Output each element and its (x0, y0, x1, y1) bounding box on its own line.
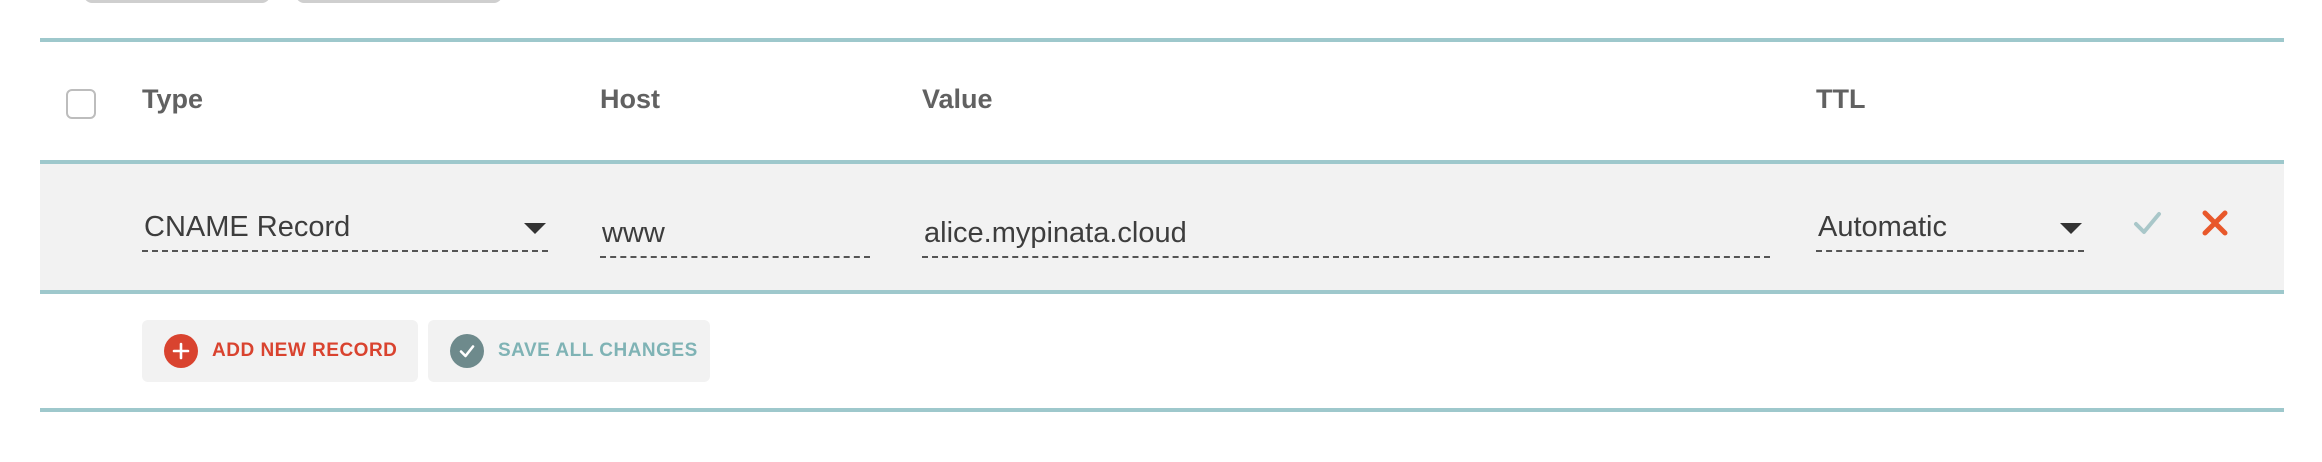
top-button-right[interactable] (296, 0, 502, 3)
host-input-value: www (602, 217, 665, 249)
save-all-changes-label: SAVE ALL CHANGES (498, 340, 698, 361)
close-icon (2202, 210, 2228, 236)
host-input[interactable]: www (600, 210, 870, 258)
ttl-select-value: Automatic (1818, 211, 1947, 243)
confirm-record-button[interactable] (2132, 208, 2162, 238)
plus-circle-icon (164, 334, 198, 368)
add-new-record-label: ADD NEW RECORD (212, 340, 398, 361)
top-button-left[interactable] (84, 0, 270, 3)
column-header-value: Value (922, 84, 993, 114)
table-bottom-rule (40, 408, 2284, 412)
table-actions-row: ADD NEW RECORD SAVE ALL CHANGES (40, 294, 2284, 408)
value-input-value: alice.mypinata.cloud (924, 217, 1187, 249)
column-header-host: Host (600, 84, 660, 114)
cancel-record-button[interactable] (2200, 208, 2230, 238)
chevron-down-icon (524, 223, 546, 234)
check-circle-icon (450, 334, 484, 368)
check-icon (2134, 212, 2161, 234)
add-new-record-button[interactable]: ADD NEW RECORD (142, 320, 418, 382)
type-select[interactable]: CNAME Record (142, 204, 548, 252)
record-edit-row: CNAME Record www alice.mypinata.cloud Au… (40, 164, 2284, 290)
column-header-ttl: TTL (1816, 84, 1866, 114)
column-header-type: Type (142, 84, 204, 114)
type-select-value: CNAME Record (144, 211, 351, 243)
save-all-changes-button[interactable]: SAVE ALL CHANGES (428, 320, 710, 382)
value-input[interactable]: alice.mypinata.cloud (922, 210, 1770, 258)
table-header-row: Type Host Value TTL (40, 42, 2284, 160)
ttl-select[interactable]: Automatic (1816, 204, 2084, 252)
chevron-down-icon (2060, 223, 2082, 234)
dns-records-table: Type Host Value TTL CNAME Record www ali… (40, 38, 2284, 412)
select-all-checkbox[interactable] (66, 89, 96, 119)
